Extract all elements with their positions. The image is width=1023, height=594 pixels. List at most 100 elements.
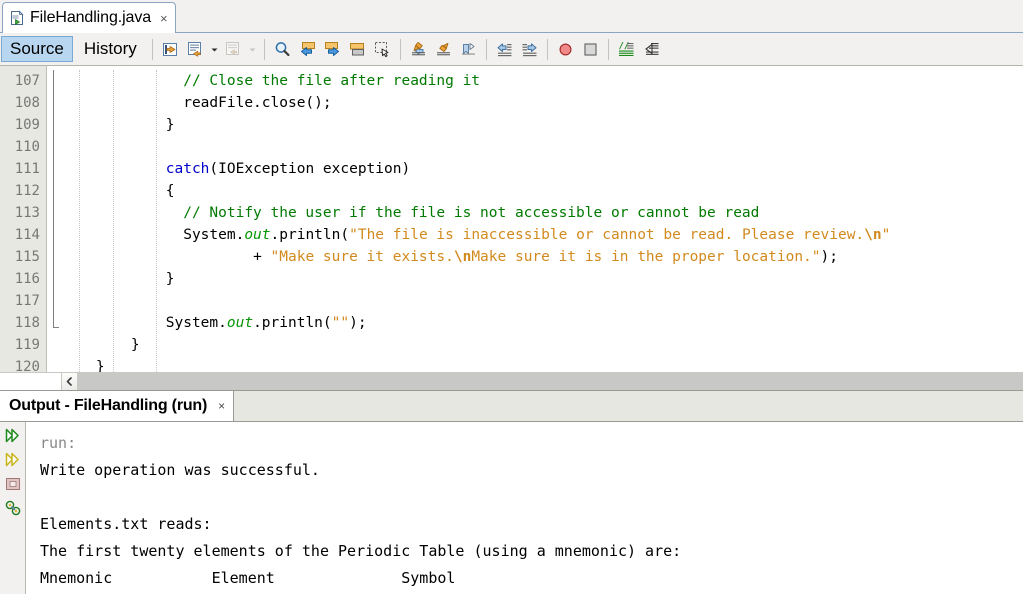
uncomment-icon[interactable] <box>640 38 663 61</box>
stop-process-icon[interactable] <box>2 473 24 495</box>
toolbar-group-comment: // <box>614 33 664 65</box>
code-token-plain: { <box>165 183 175 199</box>
code-text-area[interactable]: // Close the file after reading it readF… <box>61 66 1023 372</box>
code-line[interactable]: System.out.println("The file is inaccess… <box>61 224 1023 246</box>
code-token-plain: System. <box>183 227 245 243</box>
code-line[interactable]: System.out.println(""); <box>61 312 1023 334</box>
code-line[interactable] <box>61 136 1023 158</box>
code-token-plain: readFile.close(); <box>183 95 332 111</box>
close-icon[interactable]: × <box>160 12 168 25</box>
code-token-comment: // Close the file after reading it <box>183 73 481 89</box>
toggle-bookmark-icon[interactable] <box>457 38 480 61</box>
toggle-rectangular-selection-icon[interactable] <box>184 38 207 61</box>
output-line: Elements.txt reads: <box>40 515 212 533</box>
code-fold-column[interactable] <box>47 66 61 372</box>
line-number: 118 <box>14 315 40 331</box>
rerun-with-different-parameters-icon[interactable] <box>2 449 24 471</box>
code-token-plain: ); <box>349 315 367 331</box>
toggle-highlight-search-icon[interactable] <box>346 38 369 61</box>
code-line[interactable]: // Notify the user if the file is not ac… <box>61 202 1023 224</box>
code-line[interactable]: catch(IOException exception) <box>61 158 1023 180</box>
next-bookmark-icon[interactable] <box>432 38 455 61</box>
code-token-plain: .println( <box>270 227 350 243</box>
tab-source[interactable]: Source <box>1 35 73 63</box>
code-token-plain: ); <box>820 249 838 265</box>
scrollbar-track[interactable] <box>78 373 1023 390</box>
shift-right-icon[interactable] <box>518 38 541 61</box>
output-tab-strip: Output - FileHandling (run) × <box>0 391 1023 422</box>
shift-left-icon[interactable] <box>493 38 516 61</box>
toolbar-separator-2 <box>263 38 265 60</box>
code-line[interactable]: } <box>61 268 1023 290</box>
line-number: 120 <box>14 359 40 372</box>
editor-horizontal-scrollbar[interactable] <box>0 372 1023 390</box>
line-number: 116 <box>14 271 40 287</box>
toolbar-group-bookmarks <box>406 33 481 65</box>
rerun-icon[interactable] <box>2 425 24 447</box>
code-fold-end <box>53 327 59 328</box>
tab-history[interactable]: History <box>75 36 146 63</box>
code-token-plain: (IOException exception) <box>209 161 411 177</box>
chevron-down-icon[interactable] <box>209 38 220 61</box>
find-previous-icon[interactable] <box>296 38 319 61</box>
line-number: 117 <box>14 293 40 309</box>
output-line: The first twenty elements of the Periodi… <box>40 542 682 560</box>
output-window: Output - FileHandling (run) × run: Write… <box>0 390 1023 594</box>
find-next-icon[interactable] <box>321 38 344 61</box>
toggle-rectangular-select-icon[interactable] <box>371 38 394 61</box>
output-text-area[interactable]: run: Write operation was successful. Elem… <box>26 422 1023 594</box>
settings-gear-icon[interactable] <box>2 497 24 519</box>
forward-navigation-icon[interactable] <box>222 38 245 61</box>
code-editor-area[interactable]: 107 108 109 110 111 112 113 114 115 116 117 118 119 1… <box>0 66 1023 372</box>
line-number: 115 <box>14 249 40 265</box>
previous-bookmark-icon[interactable] <box>407 38 430 61</box>
line-number: 111 <box>14 161 40 177</box>
code-line[interactable]: } <box>61 114 1023 136</box>
code-fold-line <box>53 70 54 328</box>
line-number: 109 <box>14 117 40 133</box>
code-line[interactable]: + "Make sure it exists.\nMake sure it is… <box>61 246 1023 268</box>
close-icon[interactable]: × <box>218 399 225 413</box>
code-line[interactable]: } <box>61 334 1023 356</box>
stop-icon[interactable] <box>579 38 602 61</box>
code-line[interactable]: } <box>61 356 1023 372</box>
document-tab-filehandling[interactable]: FileHandling.java × <box>2 2 176 33</box>
editor-window: FileHandling.java × Source History // 10… <box>0 0 1023 390</box>
find-selection-icon[interactable] <box>271 38 294 61</box>
toolbar-separator-6 <box>607 38 609 60</box>
code-token-plain: } <box>165 117 175 133</box>
code-line[interactable]: { <box>61 180 1023 202</box>
output-sidebar-toolbar <box>0 422 26 594</box>
last-edit-position-icon[interactable] <box>159 38 182 61</box>
code-token-field: out <box>226 315 254 331</box>
document-tab-title: FileHandling.java <box>30 9 152 26</box>
code-line[interactable] <box>61 290 1023 312</box>
chevron-down-icon-2[interactable] <box>247 38 258 61</box>
line-number: 107 <box>14 73 40 89</box>
document-tab-strip: FileHandling.java × <box>0 0 1023 33</box>
code-line[interactable]: // Close the file after reading it <box>61 70 1023 92</box>
toggle-breakpoint-icon[interactable] <box>554 38 577 61</box>
code-line[interactable]: readFile.close(); <box>61 92 1023 114</box>
code-token-key: catch <box>165 161 210 177</box>
output-tab-filehandling-run[interactable]: Output - FileHandling (run) × <box>0 391 235 421</box>
line-number: 114 <box>14 227 40 243</box>
toolbar-separator-5 <box>546 38 548 60</box>
code-token-esc: \n <box>864 227 882 243</box>
toolbar-group-find <box>270 33 395 65</box>
code-token-plain: + <box>253 249 271 265</box>
toolbar-separator-4 <box>485 38 487 60</box>
comment-icon[interactable]: // <box>615 38 638 61</box>
code-token-string: Make sure it is in the proper location." <box>471 249 821 265</box>
scroll-left-arrow-icon[interactable] <box>61 373 78 390</box>
scrollbar-left-pad <box>0 373 61 390</box>
output-line: Write operation was successful. <box>40 461 320 479</box>
